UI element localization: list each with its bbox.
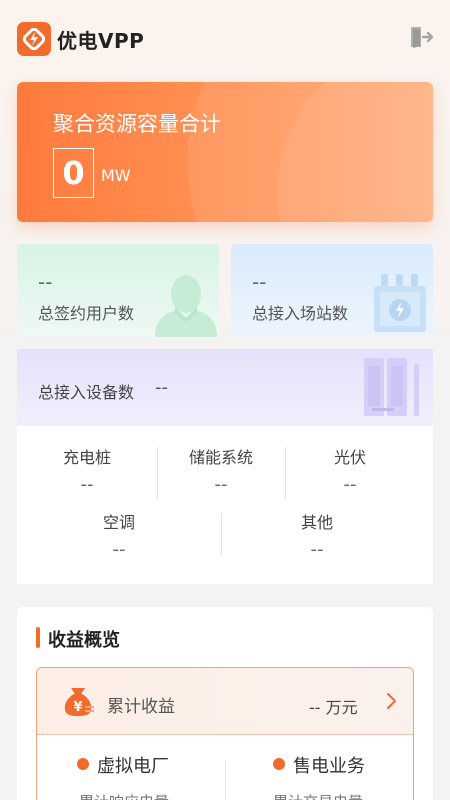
cumulative-revenue-value: -- 万元 — [309, 698, 358, 717]
logout-icon[interactable] — [407, 24, 435, 50]
app-header: 优电VPP — [0, 2, 450, 72]
device-value: -- — [214, 474, 228, 495]
section-accent-bar — [36, 627, 40, 648]
app-title: 优电VPP — [57, 29, 145, 53]
business-sub-label: 累计响应电量 — [79, 791, 169, 800]
business-sub-label: 累计交易电量 — [273, 791, 363, 800]
business-label: 售电业务 — [293, 756, 365, 777]
device-label: 储能系统 — [188, 448, 253, 467]
connected-sites-label: 总接入场站数 — [252, 304, 349, 323]
signed-users-card[interactable]: -- 总签约用户数 — [17, 244, 219, 337]
money-bag-icon: ¥ — [64, 688, 94, 716]
cumulative-revenue-row[interactable]: ¥ 累计收益 -- 万元 — [37, 668, 413, 735]
divider — [225, 760, 226, 800]
device-summary[interactable]: 总接入设备数 -- — [17, 349, 433, 426]
capacity-card: 聚合资源容量合计 0 MW — [17, 82, 433, 222]
capacity-value: 0 — [53, 148, 94, 198]
device-storage-system[interactable]: 储能系统 -- — [157, 444, 285, 495]
virtual-power-plant-item[interactable]: 虚拟电厂 — [77, 752, 169, 778]
device-total-label: 总接入设备数 — [38, 383, 135, 402]
business-label: 虚拟电厂 — [97, 756, 169, 777]
chevron-right-icon — [387, 693, 396, 709]
device-charging-pile[interactable]: 充电桩 -- — [17, 444, 157, 495]
device-label: 空调 — [102, 513, 135, 532]
device-card: 总接入设备数 -- 充电桩 -- 储能系统 -- 光伏 -- 空调 -- 其他 … — [17, 349, 433, 584]
device-label: 其他 — [300, 513, 333, 532]
device-value: -- — [80, 474, 94, 495]
device-value: -- — [310, 539, 324, 560]
revenue-card: 收益概览 ¥ 累计收益 -- 万元 虚拟电厂 售电业务 累计响应电量 累计交易电… — [17, 607, 433, 800]
svg-text:¥: ¥ — [73, 700, 82, 715]
device-value: -- — [343, 474, 357, 495]
device-other[interactable]: 其他 -- — [221, 509, 413, 560]
cabinet-icon — [364, 358, 419, 416]
bullet-dot — [273, 758, 285, 770]
device-total-value: -- — [155, 377, 168, 398]
capacity-title: 聚合资源容量合计 — [53, 112, 221, 136]
device-air-conditioner[interactable]: 空调 -- — [17, 509, 221, 560]
cumulative-revenue-box: ¥ 累计收益 -- 万元 虚拟电厂 售电业务 累计响应电量 累计交易电量 — [36, 667, 414, 800]
device-label: 光伏 — [333, 448, 366, 467]
user-silhouette-icon — [155, 275, 217, 337]
connected-sites-card[interactable]: -- 总接入场站数 — [231, 244, 433, 337]
capacity-unit: MW — [101, 166, 131, 185]
signed-users-label: 总签约用户数 — [38, 304, 135, 323]
connected-sites-value: -- — [252, 270, 267, 294]
bullet-dot — [77, 758, 89, 770]
device-photovoltaic[interactable]: 光伏 -- — [285, 444, 415, 495]
electricity-sales-item[interactable]: 售电业务 — [273, 752, 365, 778]
revenue-title: 收益概览 — [48, 630, 120, 651]
signed-users-value: -- — [38, 270, 53, 294]
substation-icon — [374, 274, 426, 332]
brand-logo-icon — [17, 22, 51, 56]
cumulative-revenue-label: 累计收益 — [107, 697, 175, 717]
device-label: 充电桩 — [62, 448, 111, 467]
device-value: -- — [112, 539, 126, 560]
